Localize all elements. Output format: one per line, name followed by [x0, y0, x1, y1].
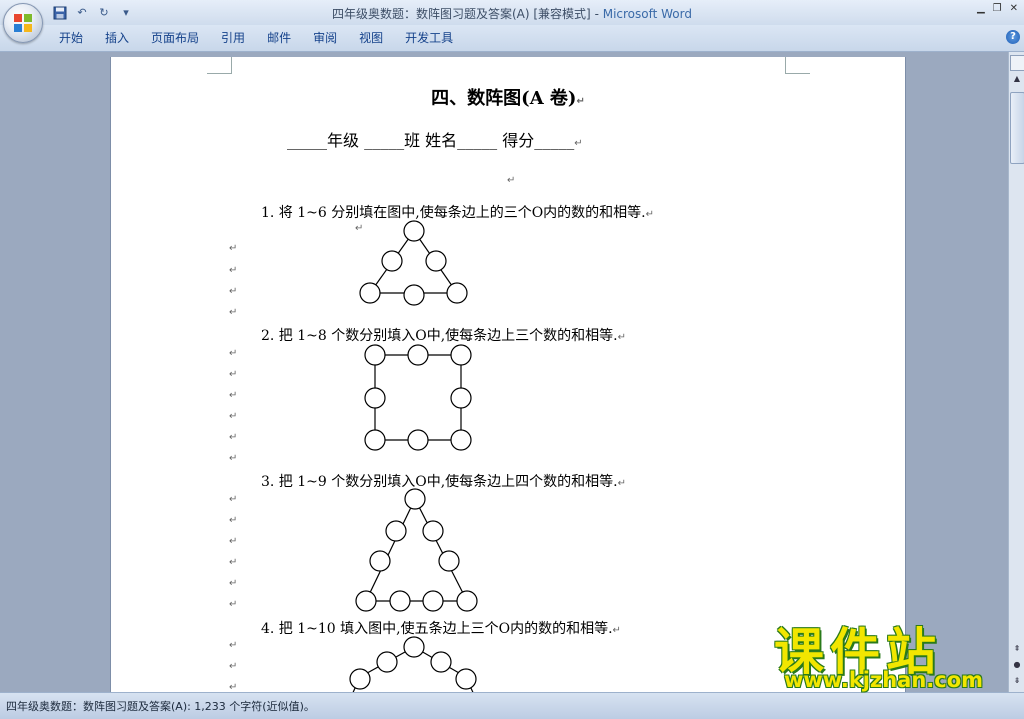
figure-2-circle	[407, 344, 429, 366]
figure-4-circle	[430, 651, 452, 673]
figure-2-circle	[450, 344, 472, 366]
figure-3-circle	[422, 520, 444, 542]
title-bar: ↶ ↻ ▾ 四年级奥数题：数阵图习题及答案(A) [兼容模式] - Micros…	[0, 0, 1024, 25]
next-page-icon[interactable]: ⇟	[1010, 674, 1024, 688]
tab-references[interactable]: 引用	[210, 30, 256, 46]
figure-1-circle	[403, 284, 425, 306]
tab-page-layout[interactable]: 页面布局	[140, 30, 210, 46]
close-icon[interactable]: ✕	[1010, 3, 1018, 14]
figure-4-pentagon	[349, 636, 477, 692]
figure-2-circle	[450, 387, 472, 409]
scroll-thumb[interactable]	[1010, 92, 1024, 164]
figure-2-square	[364, 344, 472, 451]
figure-4-circle	[376, 651, 398, 673]
figure-4-circle	[455, 668, 477, 690]
tab-view[interactable]: 视图	[348, 30, 394, 46]
figure-1-circle	[403, 220, 425, 242]
figure-4-circle	[403, 636, 425, 658]
figure-4-circle	[349, 668, 371, 690]
ruler-toggle-icon[interactable]	[1010, 55, 1024, 71]
figure-1-circle	[381, 250, 403, 272]
scroll-up-icon[interactable]: ▲	[1010, 72, 1024, 86]
figure-3-circle	[355, 590, 377, 612]
previous-page-icon[interactable]: ⇞	[1010, 642, 1024, 656]
office-button[interactable]	[3, 3, 43, 43]
status-bar: 四年级奥数题：数阵图习题及答案(A): 1,233 个字符(近似值)。	[0, 692, 1024, 719]
vertical-scrollbar[interactable]: ▲ ⇞ ● ⇟	[1008, 52, 1024, 692]
select-browse-object-icon[interactable]: ●	[1010, 658, 1024, 672]
figure-3-circle	[404, 488, 426, 510]
ribbon-tabs: 开始 插入 页面布局 引用 邮件 审阅 视图 开发工具	[48, 30, 464, 46]
tab-review[interactable]: 审阅	[302, 30, 348, 46]
document-workspace: 四、数阵图(A 卷)↵ _____年级 _____班 姓名_____ 得分___…	[0, 52, 1008, 692]
restore-icon[interactable]: ❐	[993, 3, 1002, 14]
figure-3-circle	[385, 520, 407, 542]
figure-2-circle	[364, 344, 386, 366]
figure-3-circle	[438, 550, 460, 572]
window-title: 四年级奥数题：数阵图习题及答案(A) [兼容模式] - Microsoft Wo…	[0, 5, 1024, 22]
figure-3-circle	[389, 590, 411, 612]
ribbon: 开始 插入 页面布局 引用 邮件 审阅 视图 开发工具 ?	[0, 25, 1024, 52]
figure-2-circle	[407, 429, 429, 451]
figure-1-circle	[359, 282, 381, 304]
tab-home[interactable]: 开始	[48, 30, 94, 46]
tab-mailings[interactable]: 邮件	[256, 30, 302, 46]
figure-1-triangle	[349, 220, 478, 692]
figure-2-circle	[364, 429, 386, 451]
title-separator: -	[590, 7, 603, 21]
minimize-icon[interactable]: ▁	[977, 3, 985, 14]
figure-1-circle	[425, 250, 447, 272]
help-icon[interactable]: ?	[1006, 30, 1020, 44]
figure-2-circle	[450, 429, 472, 451]
figure-3-triangle	[355, 488, 478, 612]
office-logo-icon	[14, 14, 32, 32]
figure-3-circle	[422, 590, 444, 612]
status-text: 四年级奥数题：数阵图习题及答案(A): 1,233 个字符(近似值)。	[6, 700, 315, 713]
watermark-logo: 课件站 www.kjzhan.com	[772, 612, 1008, 696]
figure-1-circle	[446, 282, 468, 304]
window-controls: ▁ ❐ ✕	[977, 3, 1018, 14]
watermark-url: www.kjzhan.com	[784, 668, 984, 692]
figure-2-circle	[364, 387, 386, 409]
tab-insert[interactable]: 插入	[94, 30, 140, 46]
tab-developer[interactable]: 开发工具	[394, 30, 464, 46]
figure-3-circle	[369, 550, 391, 572]
document-page[interactable]: 四、数阵图(A 卷)↵ _____年级 _____班 姓名_____ 得分___…	[110, 57, 906, 692]
figure-3-circle	[456, 590, 478, 612]
document-name: 四年级奥数题：数阵图习题及答案(A) [兼容模式]	[331, 7, 591, 21]
app-name: Microsoft Word	[602, 7, 692, 21]
